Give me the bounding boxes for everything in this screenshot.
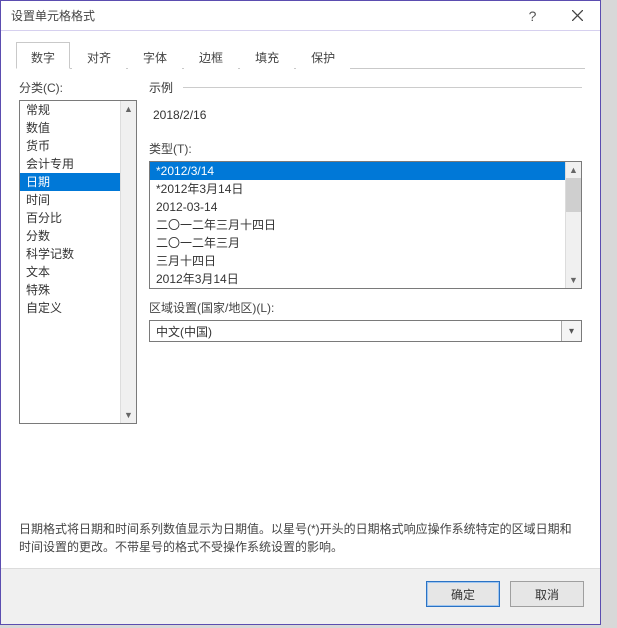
- type-item[interactable]: 2012-03-14: [150, 198, 565, 216]
- category-column: 分类(C): 常规 数值 货币 会计专用 日期 时间 百分比 分数 科学记数 文…: [19, 79, 137, 424]
- category-item[interactable]: 数值: [20, 119, 136, 137]
- type-list[interactable]: *2012/3/14 *2012年3月14日 2012-03-14 二〇一二年三…: [149, 161, 582, 289]
- tab-border[interactable]: 边框: [184, 42, 238, 69]
- category-item[interactable]: 文本: [20, 263, 136, 281]
- dialog-body: 分类(C): 常规 数值 货币 会计专用 日期 时间 百分比 分数 科学记数 文…: [1, 69, 600, 568]
- close-icon: [572, 10, 583, 21]
- scroll-up-icon[interactable]: ▲: [121, 101, 136, 117]
- type-label: 类型(T):: [149, 140, 582, 157]
- sample-label: 示例: [149, 79, 173, 96]
- scroll-up-icon[interactable]: ▲: [566, 162, 581, 178]
- category-list[interactable]: 常规 数值 货币 会计专用 日期 时间 百分比 分数 科学记数 文本 特殊 自定…: [19, 100, 137, 424]
- category-item[interactable]: 科学记数: [20, 245, 136, 263]
- dialog-footer: 确定 取消: [1, 568, 600, 624]
- cancel-button[interactable]: 取消: [510, 581, 584, 607]
- type-group: 类型(T): *2012/3/14 *2012年3月14日 2012-03-14…: [149, 140, 582, 289]
- type-item[interactable]: *2012/3/14: [150, 162, 565, 180]
- close-button[interactable]: [555, 1, 600, 31]
- sample-value: 2018/2/16: [149, 102, 582, 130]
- category-item[interactable]: 货币: [20, 137, 136, 155]
- scroll-down-icon[interactable]: ▼: [121, 407, 136, 423]
- category-item[interactable]: 日期: [20, 173, 136, 191]
- type-item[interactable]: 2012年3月14日: [150, 270, 565, 288]
- dialog-title: 设置单元格格式: [11, 7, 510, 24]
- locale-select[interactable]: 中文(中国) ▾: [149, 320, 582, 342]
- help-button[interactable]: ?: [510, 1, 555, 31]
- category-item[interactable]: 百分比: [20, 209, 136, 227]
- locale-label: 区域设置(国家/地区)(L):: [149, 299, 582, 316]
- type-scrollbar[interactable]: ▲ ▼: [565, 162, 581, 288]
- divider: [183, 87, 582, 88]
- tab-strip: 数字 对齐 字体 边框 填充 保护: [16, 41, 585, 69]
- type-item[interactable]: 三月十四日: [150, 252, 565, 270]
- tab-alignment[interactable]: 对齐: [72, 42, 126, 69]
- category-scrollbar[interactable]: ▲ ▼: [120, 101, 136, 423]
- titlebar: 设置单元格格式 ?: [1, 1, 600, 31]
- type-item[interactable]: 二〇一二年三月: [150, 234, 565, 252]
- description-text: 日期格式将日期和时间系列数值显示为日期值。以星号(*)开头的日期格式响应操作系统…: [19, 520, 582, 556]
- scrollbar-thumb[interactable]: [566, 178, 581, 212]
- sample-group: 示例 2018/2/16: [149, 79, 582, 130]
- category-label: 分类(C):: [19, 79, 137, 96]
- category-item[interactable]: 时间: [20, 191, 136, 209]
- tab-fill[interactable]: 填充: [240, 42, 294, 69]
- chevron-down-icon[interactable]: ▾: [561, 321, 581, 341]
- ok-button[interactable]: 确定: [426, 581, 500, 607]
- tab-protection[interactable]: 保护: [296, 42, 350, 69]
- locale-group: 区域设置(国家/地区)(L): 中文(中国) ▾: [149, 299, 582, 342]
- locale-value: 中文(中国): [156, 323, 212, 340]
- format-cells-dialog: 设置单元格格式 ? 数字 对齐 字体 边框 填充 保护 分类(C): 常规 数值…: [0, 0, 601, 625]
- category-item[interactable]: 自定义: [20, 299, 136, 317]
- type-item[interactable]: 二〇一二年三月十四日: [150, 216, 565, 234]
- type-item[interactable]: *2012年3月14日: [150, 180, 565, 198]
- category-item[interactable]: 常规: [20, 101, 136, 119]
- tab-number[interactable]: 数字: [16, 42, 70, 69]
- scroll-down-icon[interactable]: ▼: [566, 272, 581, 288]
- detail-column: 示例 2018/2/16 类型(T): *2012/3/14 *2012年3月1…: [149, 79, 582, 424]
- tab-font[interactable]: 字体: [128, 42, 182, 69]
- category-item[interactable]: 特殊: [20, 281, 136, 299]
- category-item[interactable]: 会计专用: [20, 155, 136, 173]
- category-item[interactable]: 分数: [20, 227, 136, 245]
